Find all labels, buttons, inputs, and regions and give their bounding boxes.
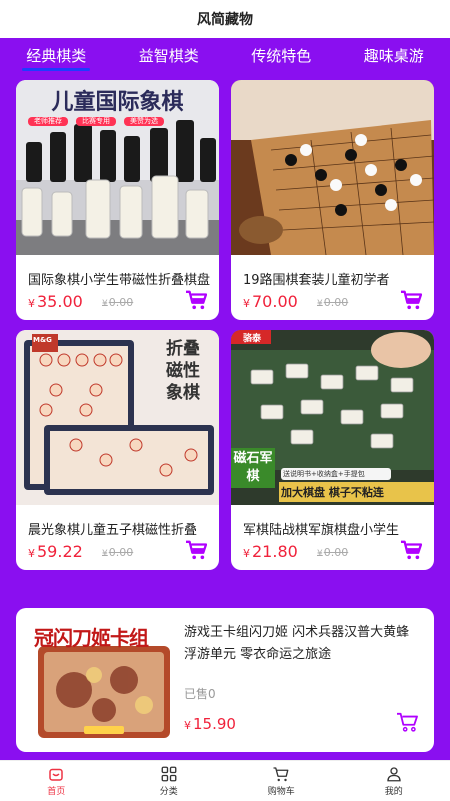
category-tabs: 经典棋类 益智棋类 传统特色 趣味桌游 [0,38,450,72]
image-tag: 美赞为选 [130,117,158,125]
product-price: ¥21.80 [243,542,298,561]
product-card[interactable]: 骆泰 磁石军棋 送说明书+收纳盒+手提包 加大棋盘 棋子不粘连 军棋陆战棋军旗棋… [231,330,434,570]
nav-cart-label: 购物车 [267,787,295,797]
tab-traditional[interactable]: 传统特色 [247,45,315,66]
product-old-price: ¥0.00 [102,546,134,559]
product-image-text: 儿童国际象棋 [51,90,184,115]
product-image-xiangqi: M&G 折叠磁性象棋 [16,330,219,505]
product-image-text: 冠闪刀姬卡组 [34,626,149,650]
product-name: 晨光象棋儿童五子棋磁性折叠 [28,523,198,538]
product-old-price: ¥0.00 [317,296,349,309]
page-title: 风简藏物 [197,12,253,28]
image-brand: 骆泰 [243,334,262,344]
image-tag: 老师推荐 [34,117,62,125]
tab-classic-chess[interactable]: 经典棋类 [22,45,91,71]
bottom-navigation: 首页 分类 购物车 我的 [0,760,450,801]
cart-icon[interactable] [185,540,207,560]
product-image-text: 折叠磁性象棋 [166,339,200,403]
top-bar: 风简藏物 [0,0,450,38]
cart-icon[interactable] [396,712,418,732]
product-name: 军棋陆战棋军旗棋盘小学生 [243,523,400,538]
user-icon [387,767,401,782]
product-price: ¥59.22 [28,542,83,561]
tab-puzzle-chess[interactable]: 益智棋类 [135,45,203,66]
product-name: 游戏王卡组闪刀姬 闪术兵器汉普大黄蜂浮游单元 零衣命运之旅途 [184,625,410,662]
grid-icon [161,766,177,782]
product-old-price: ¥0.00 [102,296,134,309]
featured-product-card[interactable]: 冠闪刀姬卡组 游戏王卡组闪刀姬 闪术兵器汉普大黄蜂浮游单元 零衣命运之旅途 已售… [16,608,434,752]
nav-profile-label: 我的 [384,787,403,797]
product-card[interactable]: 19路围棋套装儿童初学者 ¥70.00 ¥0.00 [231,80,434,320]
image-promo: 送说明书+收纳盒+手提包 [283,470,365,478]
product-image-go [231,80,434,255]
cart-icon[interactable] [400,290,422,310]
image-brand: M&G [33,336,52,344]
image-slogan: 加大棋盘 棋子不粘连 [281,486,384,499]
nav-cart[interactable]: 购物车 [241,765,321,797]
product-price: ¥70.00 [243,292,298,311]
nav-category-label: 分类 [159,787,178,797]
product-old-price: ¥0.00 [317,546,349,559]
cart-icon[interactable] [400,540,422,560]
product-card[interactable]: 儿童国际象棋 老师推荐 比赛专用 美赞为选 国际象棋小学生带磁性折叠棋盘 ¥35… [16,80,219,320]
sold-count: 已售0 [184,687,216,701]
product-price: ¥15.90 [184,715,236,733]
product-name: 国际象棋小学生带磁性折叠棋盘 [28,273,210,288]
image-badge: 磁石军棋 [233,451,273,484]
cart-icon [273,767,289,782]
tab-fun-boardgames[interactable]: 趣味桌游 [360,45,428,66]
nav-category[interactable]: 分类 [129,765,209,797]
product-image-card-deck: 冠闪刀姬卡组 [34,620,174,745]
nav-home-label: 首页 [47,787,66,797]
image-tag: 比赛专用 [82,117,110,125]
product-name: 19路围棋套装儿童初学者 [243,273,390,288]
product-price: ¥35.00 [28,292,83,311]
product-image-junqi: 骆泰 磁石军棋 送说明书+收纳盒+手提包 加大棋盘 棋子不粘连 [231,330,434,505]
cart-icon[interactable] [185,290,207,310]
nav-profile[interactable]: 我的 [354,765,434,797]
home-icon [49,768,63,781]
product-image-chess: 儿童国际象棋 老师推荐 比赛专用 美赞为选 [16,80,219,255]
nav-home[interactable]: 首页 [16,765,96,797]
product-card[interactable]: M&G 折叠磁性象棋 晨光象棋儿童五子棋磁性折叠 ¥59.22 ¥0.00 [16,330,219,570]
